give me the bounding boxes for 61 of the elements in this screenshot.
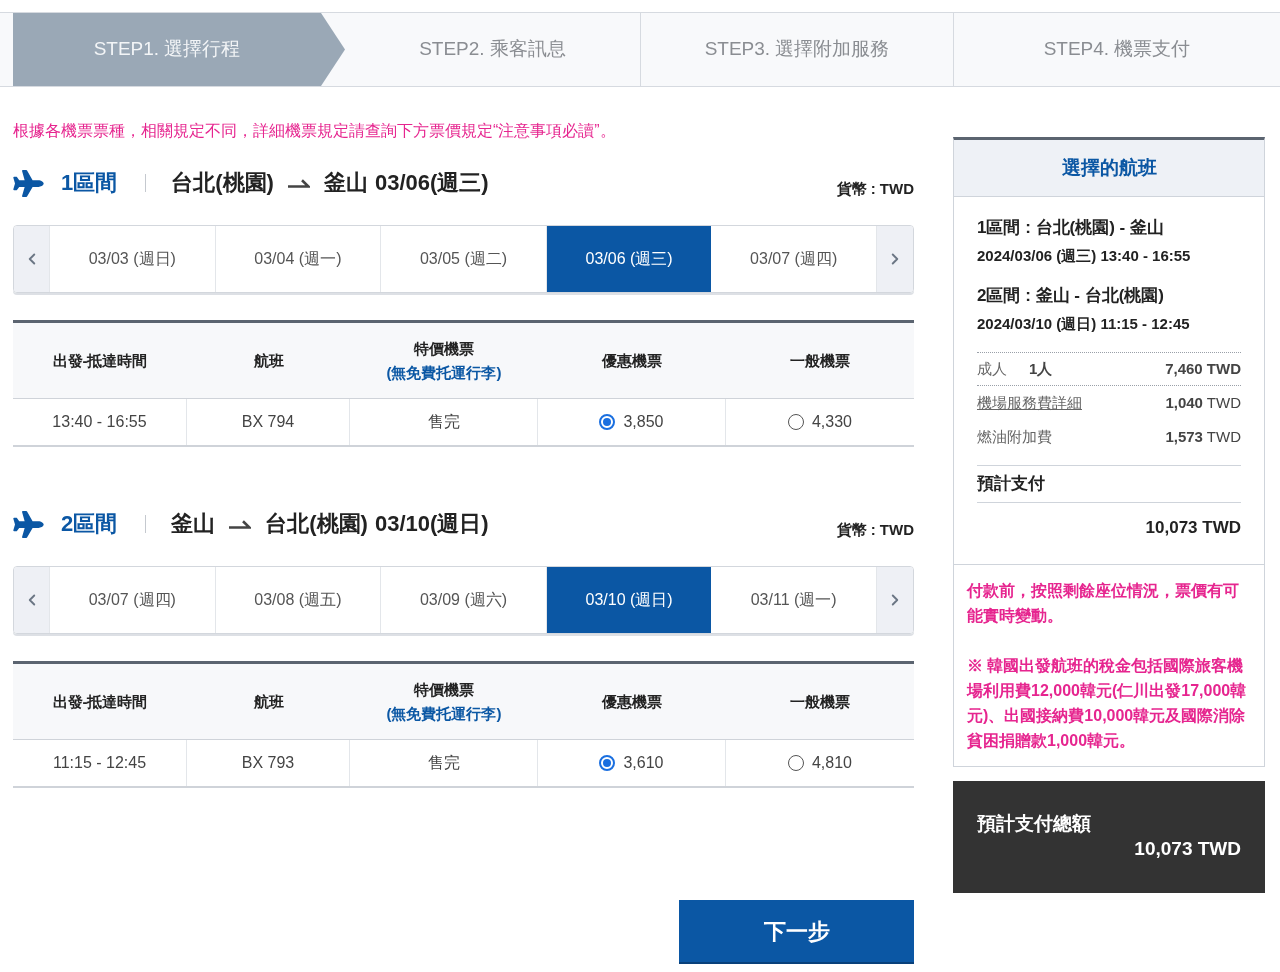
airplane-icon [13, 510, 44, 538]
origin-city: 釜山 [171, 510, 216, 538]
column-header: 航班 [253, 350, 284, 371]
fare-price: 4,330 [811, 412, 852, 432]
column-header: 一般機票 [790, 350, 850, 371]
currency-label: 貨幣 : TWD [836, 178, 914, 199]
column-header: 出發-抵達時間 [52, 350, 148, 371]
table-cell: 售完 [350, 399, 538, 445]
total-label: 預計支付總額 [977, 812, 1092, 836]
column-note: (無免費托運行李) [386, 703, 502, 724]
column-header: 航班 [253, 691, 284, 712]
total-amount: 10,073 TWD [1134, 837, 1241, 861]
column-header: 特價機票 [414, 338, 474, 359]
table-cell: BX 793 [187, 740, 350, 786]
fee-details-link[interactable]: 機場服務費詳細 [977, 391, 1082, 415]
passenger-count: 1人 [1029, 358, 1053, 379]
segment-label: 1區間 [61, 169, 118, 197]
summary-datetime: 2024/03/06 (週三) 13:40 - 16:55 [977, 246, 1192, 266]
fare-notice: 付款前，按照剩餘座位情況，票價有可能實時變動。 [967, 581, 1240, 626]
fee-label: 成人 [977, 358, 1007, 379]
summary-route: 2區間 : 釜山 - 台北(桃園) [977, 285, 1165, 307]
table-cell: 13:40 - 16:55 [13, 399, 187, 445]
column-header: 優惠機票 [602, 691, 662, 712]
column-header: 優惠機票 [602, 350, 662, 371]
airplane-icon [13, 169, 44, 197]
table-cell: 11:15 - 12:45 [13, 740, 187, 786]
destination-city: 台北(桃園) [265, 510, 368, 538]
table-cell: BX 794 [187, 399, 350, 445]
fee-label: 燃油附加費 [977, 426, 1052, 447]
summary-title: 選擇的航班 [1061, 155, 1157, 180]
column-header: 一般機票 [790, 691, 850, 712]
date-tab[interactable]: 03/10 (週日) [546, 567, 712, 633]
column-note: (無免費托運行李) [386, 362, 502, 383]
progress-step: STEP1. 選擇行程 [13, 13, 345, 86]
radio-button[interactable] [599, 414, 616, 430]
subtotal-amount: 10,073 TWD [1145, 517, 1241, 539]
next-button[interactable]: 下一步 [679, 900, 914, 962]
column-header: 出發-抵達時間 [52, 691, 148, 712]
fee-amount: 1,040 TWD [1165, 392, 1241, 413]
segment-label: 2區間 [61, 510, 118, 538]
fare-price: 3,610 [623, 753, 664, 773]
radio-button[interactable] [787, 414, 804, 430]
fare-price: 4,810 [811, 753, 852, 773]
summary-route: 1區間 : 台北(桃園) - 釜山 [977, 217, 1165, 239]
summary-datetime: 2024/03/10 (週日) 11:15 - 12:45 [977, 314, 1191, 334]
fare-price: 3,850 [623, 412, 664, 432]
origin-city: 台北(桃園) [171, 169, 274, 197]
radio-button[interactable] [599, 755, 616, 771]
flight-date: 03/10(週日) [374, 510, 489, 538]
column-header: 特價機票 [414, 679, 474, 700]
date-tab[interactable]: 03/06 (週三) [546, 226, 712, 292]
fare-notice: ※ 韓國出發航班的稅金包括國際旅客機場利用費12,000韓元(仁川出發17,000韓元)、出國接納費10,000韓元及國際消除貧困捐贈款1,000韓元。 [967, 656, 1248, 751]
fare-rules-notice: 根據各機票票種，相關規定不同，詳細機票規定請查詢下方票價規定“注意事項必讀”。 [13, 121, 617, 140]
currency-label: 貨幣 : TWD [836, 519, 914, 540]
fee-amount: 1,573 TWD [1165, 426, 1241, 447]
flight-date: 03/06(週三) [374, 169, 489, 197]
radio-button[interactable] [787, 755, 804, 771]
table-cell: 售完 [350, 740, 538, 786]
destination-city: 釜山 [323, 169, 368, 197]
fee-amount: 7,460 TWD [1165, 358, 1241, 379]
subtotal-label: 預計支付 [977, 473, 1045, 496]
